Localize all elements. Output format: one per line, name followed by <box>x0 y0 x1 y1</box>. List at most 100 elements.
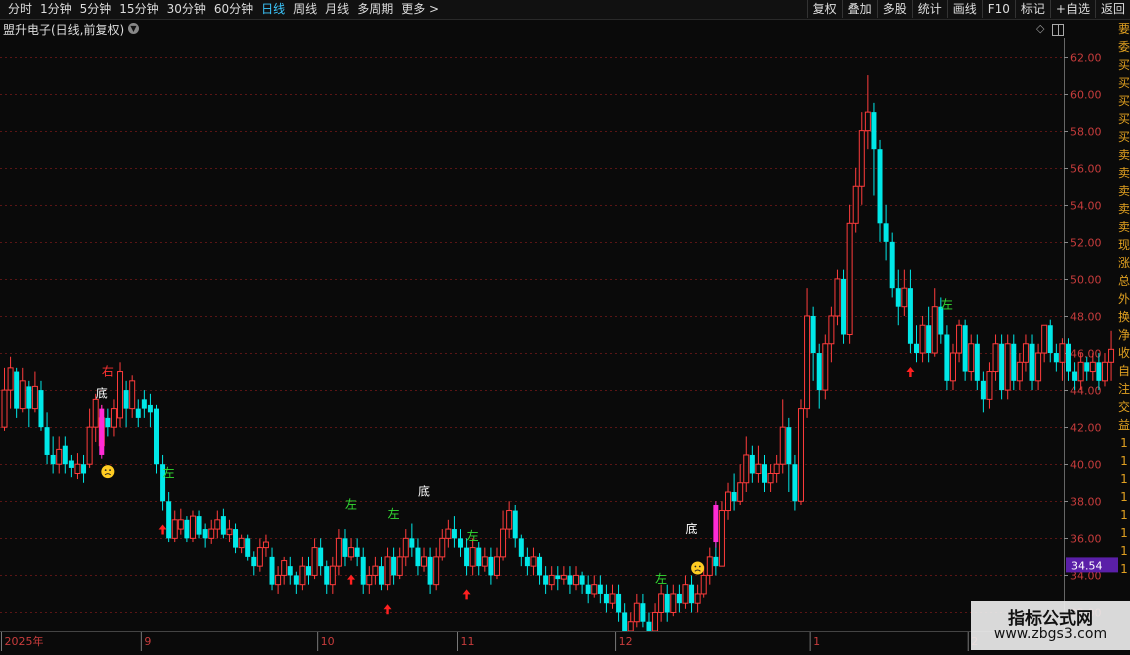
y-tick-label: 42.00 <box>1070 422 1102 435</box>
toolbar-button-0[interactable]: 复权 <box>806 0 842 18</box>
highlight-candle-body <box>713 504 719 543</box>
up-arrow-marker <box>158 524 167 535</box>
tab-period-1[interactable]: 1分钟 <box>36 1 76 18</box>
candle-body <box>81 464 87 474</box>
candle <box>603 584 609 613</box>
candle-body <box>743 454 750 484</box>
candle-body <box>299 565 306 586</box>
candle <box>196 510 202 539</box>
toolbar-button-3[interactable]: 统计 <box>911 0 947 18</box>
candle <box>299 556 306 591</box>
candle-body <box>895 288 901 307</box>
candle-body <box>451 529 457 539</box>
candle-body <box>433 556 440 586</box>
sad-face-icon <box>101 465 115 479</box>
candle <box>421 547 428 572</box>
candle <box>202 523 208 548</box>
candle <box>14 367 20 418</box>
candle-body <box>1084 362 1090 372</box>
candle-body <box>366 574 373 586</box>
candle-body <box>391 556 397 576</box>
candle <box>366 566 373 594</box>
tab-period-6[interactable]: 日线 <box>257 1 289 18</box>
toolbar-button-8[interactable]: 返回 <box>1094 0 1130 18</box>
candle-body <box>1089 361 1096 373</box>
candle-body <box>415 547 421 567</box>
tab-period-7[interactable]: 周线 <box>289 1 321 18</box>
y-tick-label: 54.00 <box>1070 200 1102 213</box>
y-tick-label: 38.00 <box>1070 496 1102 509</box>
candle <box>706 547 713 585</box>
candle <box>889 232 895 298</box>
tab-period-5[interactable]: 60分钟 <box>210 1 257 18</box>
candle-body <box>762 464 767 483</box>
tab-period-0[interactable]: 分时 <box>4 1 36 18</box>
candle <box>464 538 470 576</box>
candle <box>117 362 124 428</box>
right-strip-char: 卖 <box>1118 148 1130 162</box>
signal-label-left: 左 <box>655 571 667 586</box>
candle-body <box>767 472 774 484</box>
toolbar-button-1[interactable]: 叠加 <box>841 0 877 18</box>
tab-period-9[interactable]: 多周期 <box>353 1 397 18</box>
toolbar-button-6[interactable]: 标记 <box>1014 0 1050 18</box>
candle-body <box>633 602 640 623</box>
diamond-icon[interactable]: ◇ <box>1036 22 1044 35</box>
chevron-down-icon[interactable]: ▼ <box>128 23 139 34</box>
candle <box>269 547 275 591</box>
candle <box>177 508 184 535</box>
candle-body <box>311 547 318 576</box>
candle-body <box>378 566 384 585</box>
signal-label-bottom: 底 <box>96 386 108 401</box>
candle-body <box>329 565 336 586</box>
candle-body <box>14 371 20 409</box>
candle-body <box>616 593 622 613</box>
toolbar-button-4[interactable]: 画线 <box>946 0 982 18</box>
panel-toggle-icon[interactable] <box>1052 24 1064 36</box>
toolbar-button-2[interactable]: 多股 <box>876 0 912 18</box>
candle-body <box>579 575 585 585</box>
candle-body <box>92 398 99 428</box>
right-strip-char: 卖 <box>1118 184 1130 198</box>
candle-body <box>841 278 847 335</box>
candle-body <box>664 593 670 613</box>
candle-body <box>1004 343 1011 391</box>
candle-body <box>31 385 38 410</box>
tab-period-10[interactable]: 更多 > <box>397 1 443 18</box>
candle-body <box>974 343 980 381</box>
candle <box>500 510 507 561</box>
right-strip-char: 换 <box>1118 310 1130 324</box>
tab-period-4[interactable]: 30分钟 <box>163 1 210 18</box>
candle-body <box>926 325 932 354</box>
candle-body <box>1108 348 1115 363</box>
candle-body <box>1053 353 1059 363</box>
candle <box>439 529 446 561</box>
candle-body <box>335 537 342 567</box>
toolbar-button-5[interactable]: F10 <box>981 0 1015 18</box>
candle <box>92 393 99 442</box>
candle <box>44 412 50 465</box>
candle <box>718 501 725 567</box>
toolbar-button-7[interactable]: +自选 <box>1049 0 1095 18</box>
candle <box>609 584 616 609</box>
tab-period-2[interactable]: 5分钟 <box>76 1 116 18</box>
candle-body <box>354 547 360 557</box>
candle-body <box>530 556 537 567</box>
tab-period-3[interactable]: 15分钟 <box>115 1 162 18</box>
candle <box>458 529 463 557</box>
candle <box>962 319 968 381</box>
candle-body <box>1072 371 1078 381</box>
right-info-strip: 要委买买买买买卖卖卖卖卖现涨总外换净收自注交益11111111 <box>1118 20 1130 630</box>
candle <box>627 612 634 631</box>
candle <box>968 334 975 381</box>
candle-body <box>1047 325 1053 354</box>
y-tick-label: 58.00 <box>1070 126 1102 139</box>
candle <box>1 367 8 431</box>
candle-body <box>141 399 147 409</box>
candle-body <box>214 519 221 530</box>
candlestick-chart[interactable]: 32.0034.0036.0038.0040.0042.0044.0046.00… <box>0 38 1118 631</box>
right-strip-char: 买 <box>1118 58 1130 72</box>
y-tick-label: 56.00 <box>1070 163 1102 176</box>
right-strip-char: 1 <box>1120 472 1128 486</box>
tab-period-8[interactable]: 月线 <box>321 1 353 18</box>
